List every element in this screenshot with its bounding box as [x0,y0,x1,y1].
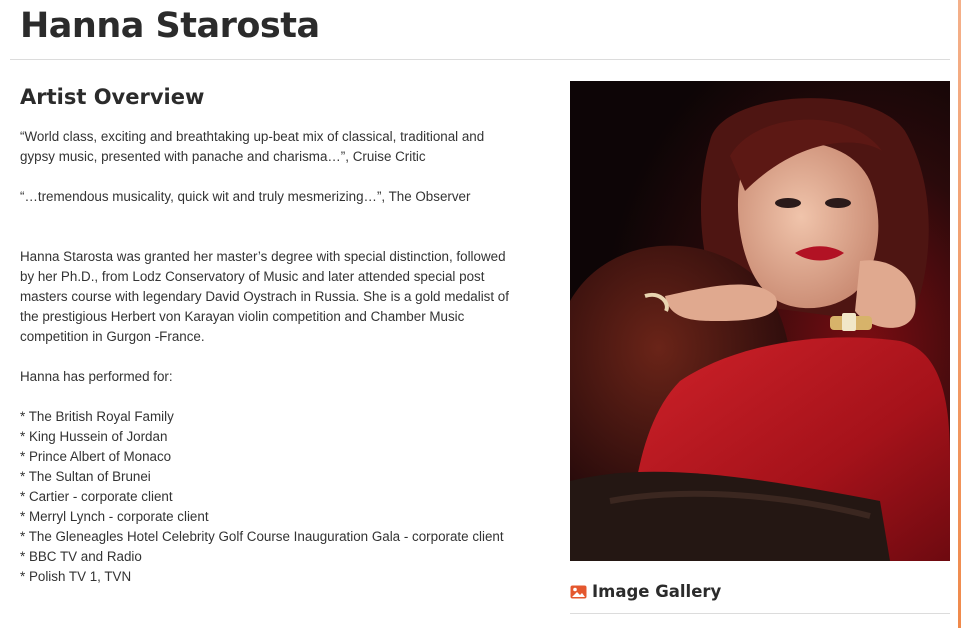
list-item: BBC TV and Radio [20,547,520,567]
list-item: The British Royal Family [20,407,520,427]
artist-portrait-illustration [570,81,950,561]
performed-for-list: The British Royal Family King Hussein of… [20,407,520,587]
quote-observer: “…tremendous musicality, quick wit and t… [20,189,471,204]
section-title: Artist Overview [20,85,205,109]
list-item: Polish TV 1, TVN [20,567,520,587]
title-divider [10,59,950,60]
artist-portrait[interactable] [570,81,950,561]
artist-overview-content: “World class, exciting and breathtaking … [20,127,520,587]
list-item: Merryl Lynch - corporate client [20,507,520,527]
list-item: The Gleneagles Hotel Celebrity Golf Cour… [20,527,520,547]
performed-intro: Hanna has performed for: [20,369,173,384]
list-item: King Hussein of Jordan [20,427,520,447]
gallery-divider [570,613,950,614]
image-icon [570,585,587,599]
list-item: Cartier - corporate client [20,487,520,507]
list-item: The Sultan of Brunei [20,467,520,487]
image-gallery-label: Image Gallery [592,582,722,601]
list-item: Prince Albert of Monaco [20,447,520,467]
image-gallery-link[interactable]: Image Gallery [570,582,721,601]
artist-bio: Hanna Starosta was granted her master’s … [20,249,509,344]
page-title: Hanna Starosta [20,6,320,46]
quote-cruise-critic: “World class, exciting and breathtaking … [20,129,485,164]
